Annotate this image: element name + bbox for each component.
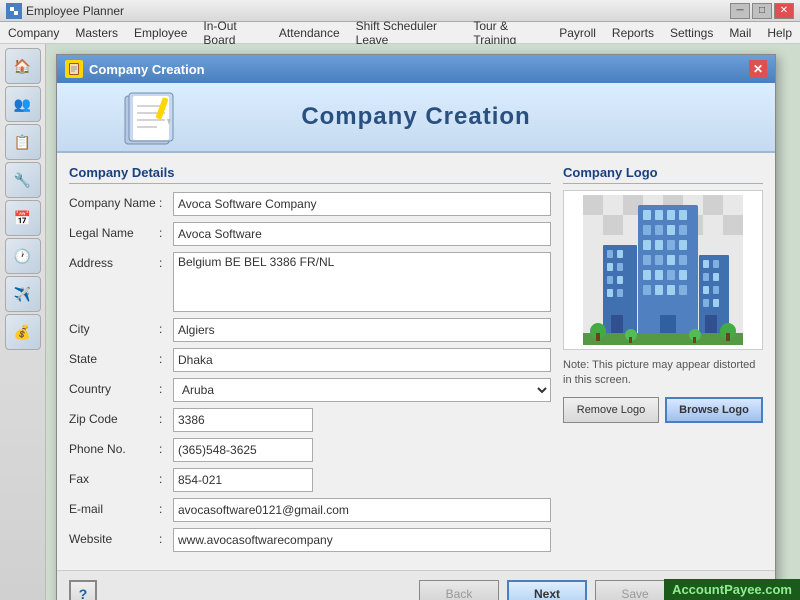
company-name-colon: :	[159, 192, 173, 210]
menu-masters[interactable]: Masters	[67, 24, 126, 42]
company-creation-dialog: Company Creation ✕	[56, 54, 776, 600]
legal-name-row: Legal Name :	[69, 222, 551, 246]
menu-payroll[interactable]: Payroll	[551, 24, 604, 42]
minimize-button[interactable]: ─	[730, 3, 750, 19]
company-name-input[interactable]	[173, 192, 551, 216]
email-label: E-mail	[69, 498, 159, 516]
logo-note: Note: This picture may appear distorted …	[563, 358, 763, 389]
email-colon: :	[159, 498, 173, 516]
sidebar-btn-users[interactable]: 👥	[5, 86, 41, 122]
sidebar-btn-travel[interactable]: ✈️	[5, 276, 41, 312]
city-colon: :	[159, 318, 173, 336]
website-label: Website	[69, 528, 159, 546]
dialog-body: Company Details Company Name : Legal Nam…	[57, 153, 775, 570]
phone-colon: :	[159, 438, 173, 456]
sidebar-btn-calendar[interactable]: 📅	[5, 200, 41, 236]
next-button[interactable]: Next	[507, 580, 587, 600]
zipcode-label: Zip Code	[69, 408, 159, 426]
sidebar-btn-payroll[interactable]: 💰	[5, 314, 41, 350]
company-details-panel: Company Details Company Name : Legal Nam…	[69, 165, 551, 558]
sidebar-btn-list[interactable]: 📋	[5, 124, 41, 160]
country-select[interactable]: Aruba Belgium Bangladesh Algeria	[173, 378, 551, 402]
maximize-button[interactable]: □	[752, 3, 772, 19]
sidebar-btn-home[interactable]: 🏠	[5, 48, 41, 84]
dialog-header: Company Creation	[57, 83, 775, 153]
sidebar-btn-settings[interactable]: 🔧	[5, 162, 41, 198]
address-label: Address	[69, 252, 159, 270]
sidebar-btn-time[interactable]: 🕐	[5, 238, 41, 274]
logo-buttons-container: Remove Logo Browse Logo	[563, 397, 763, 423]
address-row: Address : Belgium BE BEL 3386 FR/NL	[69, 252, 551, 312]
watermark: AccountPayee.com	[664, 579, 800, 600]
fax-row: Fax :	[69, 468, 551, 492]
window-controls: ─ □ ✕	[730, 3, 794, 19]
address-input[interactable]: Belgium BE BEL 3386 FR/NL	[173, 252, 551, 312]
menu-help[interactable]: Help	[759, 24, 800, 42]
country-label: Country	[69, 378, 159, 396]
fax-input[interactable]	[173, 468, 313, 492]
city-row: City :	[69, 318, 551, 342]
phone-label: Phone No.	[69, 438, 159, 456]
menu-mail[interactable]: Mail	[721, 24, 759, 42]
country-row: Country : Aruba Belgium Bangladesh Alger…	[69, 378, 551, 402]
city-input[interactable]	[173, 318, 551, 342]
website-input[interactable]	[173, 528, 551, 552]
dialog-header-title: Company Creation	[301, 103, 530, 131]
menu-bar: Company Masters Employee In-Out Board At…	[0, 22, 800, 44]
menu-reports[interactable]: Reports	[604, 24, 662, 42]
state-input[interactable]	[173, 348, 551, 372]
phone-input[interactable]	[173, 438, 313, 462]
back-button[interactable]: Back	[419, 580, 499, 600]
email-row: E-mail :	[69, 498, 551, 522]
app-title: Employee Planner	[26, 4, 124, 18]
dialog-close-button[interactable]: ✕	[749, 60, 767, 78]
city-label: City	[69, 318, 159, 336]
browse-logo-button[interactable]: Browse Logo	[665, 397, 763, 423]
remove-logo-button[interactable]: Remove Logo	[563, 397, 659, 423]
state-row: State :	[69, 348, 551, 372]
company-name-label: Company Name	[69, 192, 159, 210]
company-logo-panel: Company Logo	[563, 165, 763, 558]
legal-name-input[interactable]	[173, 222, 551, 246]
close-button[interactable]: ✕	[774, 3, 794, 19]
legal-name-colon: :	[159, 222, 173, 240]
menu-company[interactable]: Company	[0, 24, 67, 42]
email-input[interactable]	[173, 498, 551, 522]
legal-name-label: Legal Name	[69, 222, 159, 240]
address-colon: :	[159, 252, 173, 270]
modal-overlay: Company Creation ✕	[46, 44, 800, 600]
logo-section-title: Company Logo	[563, 165, 763, 184]
menu-settings[interactable]: Settings	[662, 24, 721, 42]
app-container: 🏠 👥 📋 🔧 📅 🕐 ✈️ 💰	[0, 44, 800, 600]
zipcode-input[interactable]	[173, 408, 313, 432]
menu-employee[interactable]: Employee	[126, 24, 195, 42]
dialog-icon	[65, 60, 83, 78]
menu-attendance[interactable]: Attendance	[271, 24, 348, 42]
notebook-icon	[117, 91, 177, 154]
logo-preview-area	[563, 190, 763, 350]
main-area: Company Creation ✕	[46, 44, 800, 600]
zipcode-row: Zip Code :	[69, 408, 551, 432]
dialog-title-bar: Company Creation ✕	[57, 55, 775, 83]
app-icon	[6, 3, 22, 19]
details-section-title: Company Details	[69, 165, 551, 184]
help-button[interactable]: ?	[69, 580, 97, 600]
state-label: State	[69, 348, 159, 366]
fax-colon: :	[159, 468, 173, 486]
website-colon: :	[159, 528, 173, 546]
zipcode-colon: :	[159, 408, 173, 426]
country-colon: :	[159, 378, 173, 396]
website-row: Website :	[69, 528, 551, 552]
phone-row: Phone No. :	[69, 438, 551, 462]
sidebar: 🏠 👥 📋 🔧 📅 🕐 ✈️ 💰	[0, 44, 46, 600]
fax-label: Fax	[69, 468, 159, 486]
dialog-title-label: Company Creation	[89, 62, 205, 77]
save-button[interactable]: Save	[595, 580, 675, 600]
state-colon: :	[159, 348, 173, 366]
company-name-row: Company Name :	[69, 192, 551, 216]
